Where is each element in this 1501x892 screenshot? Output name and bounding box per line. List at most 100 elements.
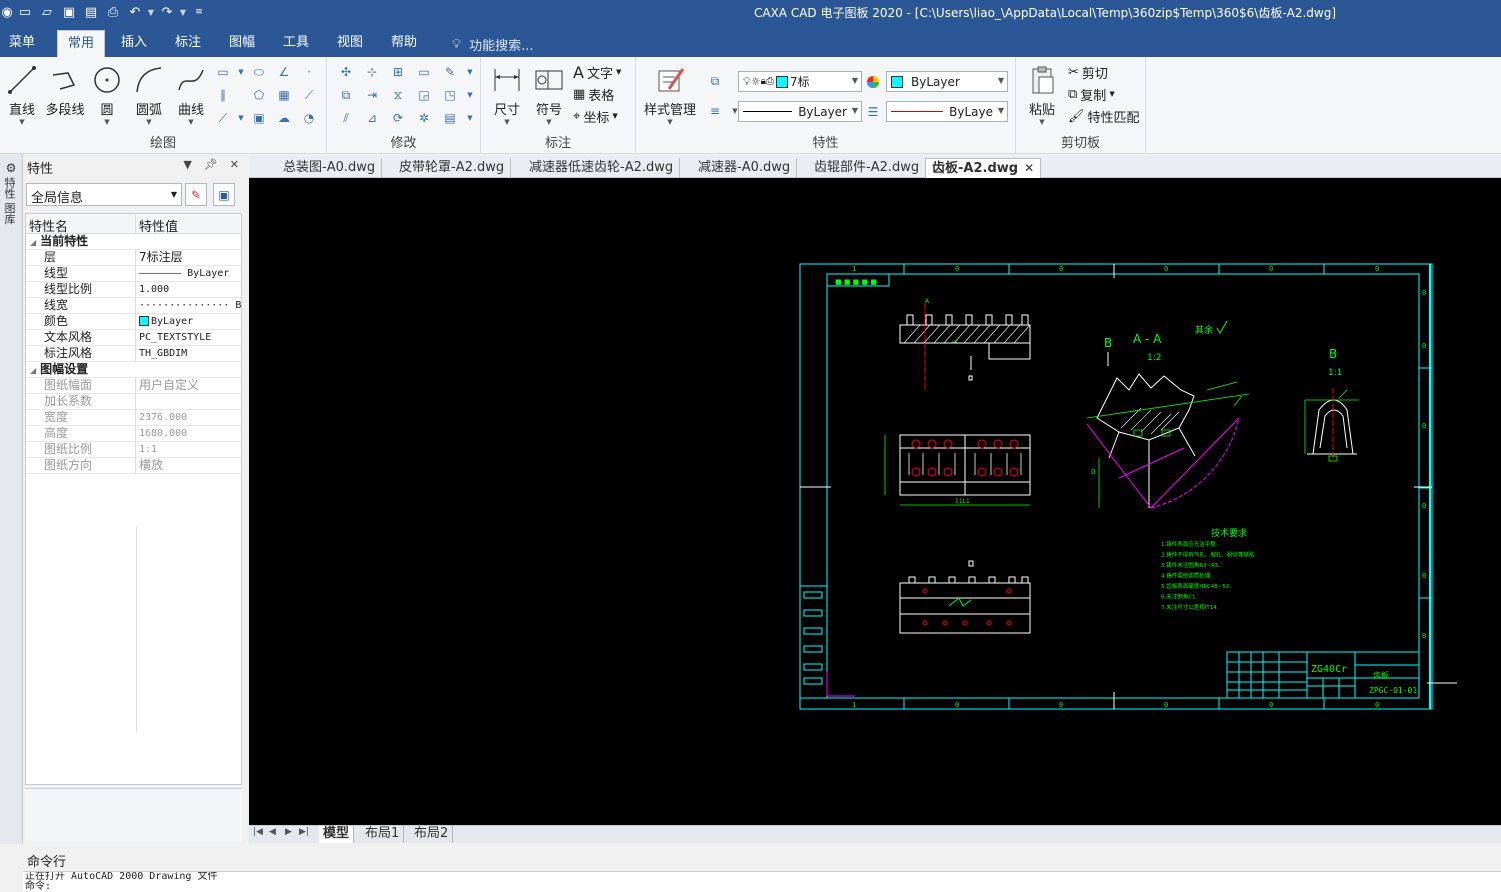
property-value[interactable]: ··············· ByLayer bbox=[136, 298, 241, 313]
property-row[interactable]: 文本风格 PC_TEXTSTYLE bbox=[26, 330, 241, 346]
circle-button[interactable]: 圆 ▼ bbox=[89, 63, 125, 126]
doc-tab[interactable]: 皮带轮罩-A2.dwg bbox=[393, 158, 512, 178]
close-tab-icon[interactable]: ✕ bbox=[1024, 161, 1034, 175]
erase-dropdown-icon[interactable]: ▼ bbox=[461, 63, 479, 81]
linetype-select[interactable]: ByLayer ▼ bbox=[738, 101, 862, 122]
doc-tab[interactable]: 减速器-A0.dwg bbox=[692, 158, 798, 178]
edit-dropdown-icon[interactable]: ▼ bbox=[461, 109, 479, 127]
last-layout-icon[interactable]: ▶| bbox=[299, 827, 309, 837]
line-button[interactable]: 直线 ▼ bbox=[4, 63, 40, 126]
tab-home[interactable]: 常用 bbox=[57, 30, 105, 57]
customize-icon[interactable]: ≡ bbox=[188, 2, 210, 22]
linetype-icon[interactable]: ≡ bbox=[706, 102, 724, 120]
doc-tab[interactable]: 减速器低速齿轮-A2.dwg bbox=[523, 158, 681, 178]
text-button[interactable]: A 文字 ▼ bbox=[573, 62, 621, 82]
drawing-canvas[interactable]: 100000 100000 000000 ■ ■ ■ ■ ■ A ▭ 11L1 … bbox=[249, 178, 1501, 825]
layer-manager-icon[interactable]: ⧉ bbox=[706, 72, 724, 90]
tab-annotate[interactable]: 标注 bbox=[168, 30, 208, 57]
lineweight-icon[interactable]: ☰ bbox=[864, 103, 882, 121]
category-current[interactable]: ◢ 当前特性 bbox=[26, 234, 241, 250]
break-icon[interactable]: ⊿ bbox=[363, 109, 381, 127]
parallel-line-icon[interactable]: ∥ bbox=[214, 86, 232, 104]
style-manager-button[interactable]: 样式管理 ▼ bbox=[642, 63, 698, 126]
dimension-button[interactable]: 尺寸 ▼ bbox=[489, 63, 525, 126]
trim-icon[interactable]: ⊹ bbox=[363, 63, 381, 81]
scope-select[interactable]: 全局信息 ▼ bbox=[26, 183, 182, 206]
property-row[interactable]: 宽度 2376.000 bbox=[26, 410, 241, 426]
lineweight-select[interactable]: ByLaye ▼ bbox=[886, 101, 1008, 122]
close-icon[interactable]: ✕ bbox=[230, 158, 239, 171]
property-value[interactable]: PC_TEXTSTYLE bbox=[136, 330, 241, 345]
property-row[interactable]: 加长系数 bbox=[26, 394, 241, 410]
tab-tools[interactable]: 工具 bbox=[276, 30, 316, 57]
property-row[interactable]: 高度 1680.000 bbox=[26, 426, 241, 442]
cloud-icon[interactable]: ☁︎ bbox=[275, 109, 293, 127]
copy-object-icon[interactable]: ⧉ bbox=[337, 86, 355, 104]
prev-layout-icon[interactable]: ◀ bbox=[269, 827, 276, 837]
symbol-button[interactable]: 符号 ▼ bbox=[531, 63, 567, 126]
open-file-icon[interactable]: ▱ bbox=[36, 2, 58, 22]
command-output[interactable]: 正在打开 AutoCAD 2000 Drawing 文件 命令: bbox=[23, 871, 1501, 892]
angle-line-icon[interactable]: ∠ bbox=[275, 63, 293, 81]
chamfer-icon[interactable]: ◳ bbox=[441, 86, 459, 104]
arc-button[interactable]: 圆弧 ▼ bbox=[131, 63, 167, 126]
select-objects-button[interactable]: ▣ bbox=[213, 183, 235, 206]
print-icon[interactable]: ⎙ bbox=[102, 2, 124, 22]
tab-sheet[interactable]: 图幅 bbox=[222, 30, 262, 57]
tab-view[interactable]: 视图 bbox=[330, 30, 370, 57]
centerline-icon[interactable]: ⟋ bbox=[214, 109, 232, 127]
property-row[interactable]: 线型比例 1.000 bbox=[26, 282, 241, 298]
property-value[interactable]: ByLayer bbox=[136, 314, 241, 329]
doc-tab[interactable]: 齿辊部件-A2.dwg bbox=[808, 158, 927, 178]
layout-tab-2[interactable]: 布局2 bbox=[410, 826, 454, 843]
save-icon[interactable]: ▣ bbox=[58, 2, 80, 22]
side-tab-properties[interactable]: ⚙︎ 特性 图库 bbox=[3, 162, 19, 225]
centerline-dropdown-icon[interactable]: ▼ bbox=[232, 109, 250, 127]
property-row[interactable]: 标注风格 TH_GBDIM bbox=[26, 346, 241, 362]
tab-menu[interactable]: 菜单 bbox=[3, 30, 41, 57]
copy-button[interactable]: ⧉ 复制 ▼ bbox=[1068, 84, 1115, 104]
array-icon[interactable]: ⊞ bbox=[389, 63, 407, 81]
scale-icon[interactable]: ◲ bbox=[415, 86, 433, 104]
first-layout-icon[interactable]: |◀ bbox=[253, 827, 263, 837]
block-icon[interactable]: ▣ bbox=[250, 109, 268, 127]
app-icon[interactable]: ◉ bbox=[0, 2, 14, 22]
redo-dropdown-icon[interactable]: ▼ bbox=[178, 8, 188, 17]
function-search[interactable]: 💡︎ 功能搜索... bbox=[452, 35, 534, 54]
property-row[interactable]: 图纸方向 横放 bbox=[26, 458, 241, 474]
quick-select-button[interactable]: ✎ bbox=[185, 183, 207, 206]
dropdown-icon[interactable]: ▼ bbox=[183, 158, 191, 171]
rectangle-icon[interactable]: ▭ bbox=[214, 63, 232, 81]
tangent-line-icon[interactable]: ⟋ bbox=[300, 86, 318, 104]
property-row[interactable]: 层 7标注层 bbox=[26, 250, 241, 266]
mirror-icon[interactable]: ⧖ bbox=[389, 86, 407, 104]
table-button[interactable]: ▦ 表格 bbox=[573, 84, 614, 104]
erase-icon[interactable]: ✎ bbox=[441, 63, 459, 81]
property-value[interactable]: TH_GBDIM bbox=[136, 346, 241, 361]
property-row[interactable]: 图纸比例 1:1 bbox=[26, 442, 241, 458]
layer-select[interactable]: 💡︎ ☼ 🔒︎ ⎙ 7标 ▼ bbox=[738, 71, 862, 92]
point-icon[interactable]: · bbox=[300, 63, 318, 81]
paste-button[interactable]: 粘贴 ▼ bbox=[1024, 63, 1060, 126]
rotate-view-icon[interactable]: ◔ bbox=[300, 109, 318, 127]
offset-icon[interactable]: ⫽ bbox=[337, 109, 355, 127]
layout-tab-model[interactable]: 模型 bbox=[319, 826, 355, 843]
polygon-icon[interactable]: ⬠ bbox=[250, 86, 268, 104]
next-layout-icon[interactable]: ▶ bbox=[285, 827, 292, 837]
category-sheet[interactable]: ◢ 图幅设置 bbox=[26, 362, 241, 378]
tab-help[interactable]: 帮助 bbox=[384, 30, 424, 57]
property-value[interactable]: 1.000 bbox=[136, 282, 241, 297]
ellipse-icon[interactable]: ⬭ bbox=[250, 63, 268, 81]
undo-icon[interactable]: ↶ bbox=[124, 2, 146, 22]
stretch-icon[interactable]: ▭ bbox=[415, 63, 433, 81]
color-wheel-icon[interactable] bbox=[864, 73, 882, 91]
color-select[interactable]: ByLayer ▼ bbox=[886, 71, 1008, 92]
polyline-button[interactable]: 多段线 bbox=[43, 63, 87, 118]
match-properties-button[interactable]: 🖌︎ 特性匹配 bbox=[1068, 106, 1140, 126]
property-value[interactable]: ——————— ByLayer bbox=[136, 266, 241, 281]
extend-icon[interactable]: ⇥ bbox=[363, 86, 381, 104]
property-row[interactable]: 线宽··············· ByLayer bbox=[26, 298, 241, 314]
property-row[interactable]: 图纸幅面 用户自定义 bbox=[26, 378, 241, 394]
edit-icon[interactable]: ▤ bbox=[441, 109, 459, 127]
pin-icon[interactable]: 📌︎ bbox=[204, 158, 218, 171]
